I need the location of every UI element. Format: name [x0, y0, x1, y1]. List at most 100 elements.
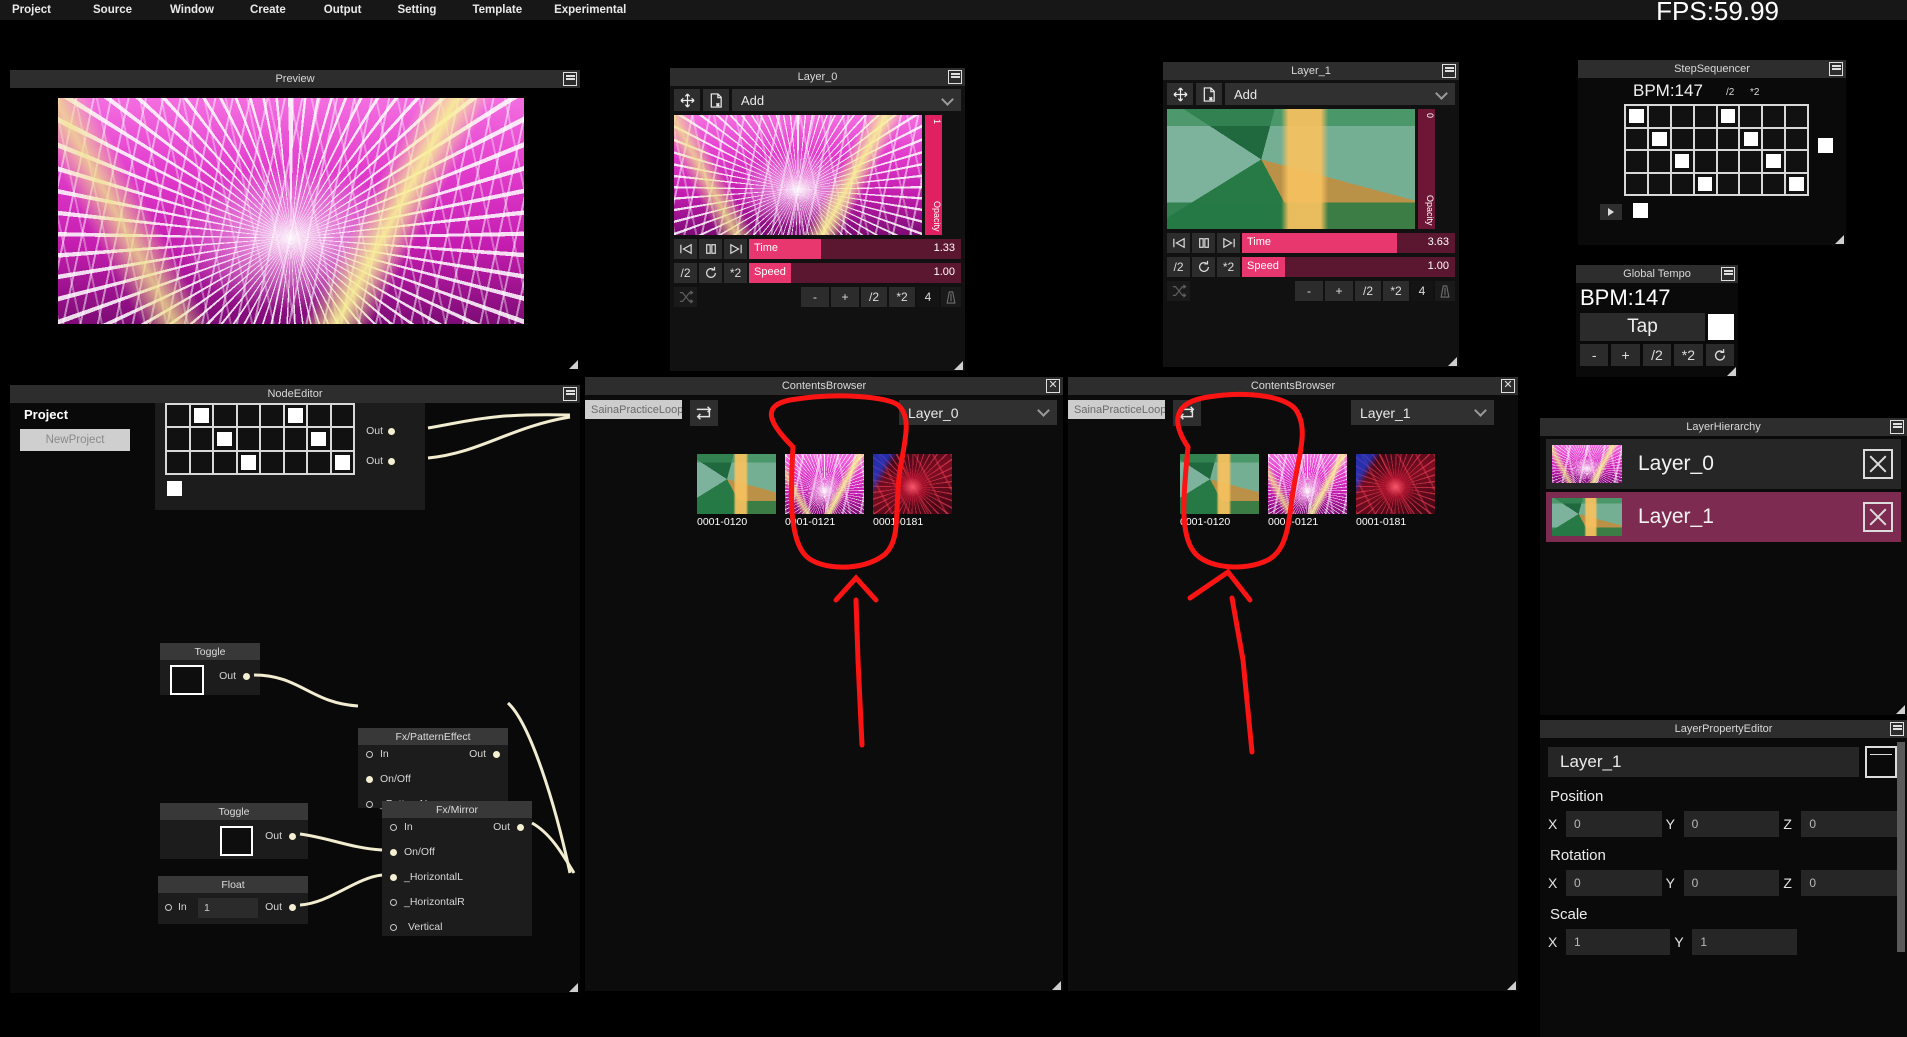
seq-cell-2-7[interactable]: [1785, 150, 1808, 173]
node-toggle-1-checkbox[interactable]: [170, 665, 204, 695]
node-seq-out-port-1[interactable]: [388, 458, 395, 465]
property-scrollbar[interactable]: [1897, 742, 1905, 952]
layer-hierarchy-item-1-delete[interactable]: [1863, 502, 1893, 532]
step-sequencer-half-button[interactable]: /2: [1726, 87, 1734, 98]
node-toggle-2-out-port[interactable]: [289, 833, 296, 840]
seq-cell[interactable]: [237, 451, 261, 474]
move-icon[interactable]: [1167, 83, 1193, 105]
seq-cell-3-1[interactable]: [1648, 173, 1671, 196]
layer0-speed-slider[interactable]: Speed 1.00: [749, 263, 961, 283]
layer0-double-button[interactable]: *2: [724, 263, 747, 283]
minimize-icon[interactable]: [1829, 62, 1843, 76]
menu-item-experimental[interactable]: Experimental: [554, 4, 626, 16]
layer0-half-button[interactable]: /2: [674, 263, 697, 283]
seq-cell[interactable]: [260, 404, 284, 427]
resize-handle[interactable]: [1896, 705, 1905, 714]
metronome-icon[interactable]: [1435, 281, 1455, 301]
seq-cell-0-4[interactable]: [1717, 105, 1740, 128]
node-fx-pattern-num-port[interactable]: [366, 801, 373, 808]
minimize-icon[interactable]: [948, 70, 962, 84]
seq-cell[interactable]: [331, 404, 355, 427]
node-float-out-port[interactable]: [289, 904, 296, 911]
layer-hierarchy-item-1[interactable]: Layer_1: [1546, 492, 1901, 542]
seq-cell-1-5[interactable]: [1739, 128, 1762, 151]
loop-icon[interactable]: [1192, 257, 1215, 277]
layer0-minus-button[interactable]: -: [801, 287, 829, 307]
seq-cell[interactable]: [166, 451, 190, 474]
seq-cell-3-5[interactable]: [1739, 173, 1762, 196]
seq-cell[interactable]: [213, 404, 237, 427]
move-icon[interactable]: [674, 89, 700, 111]
rotation-x-field[interactable]: 0: [1566, 870, 1662, 896]
layer0-opacity-slider[interactable]: 1 Opacity: [925, 115, 942, 235]
layer1-time-slider[interactable]: Time 3.63: [1242, 233, 1455, 253]
tempo-double-button[interactable]: *2: [1674, 344, 1702, 366]
seq-cell-1-7[interactable]: [1785, 128, 1808, 151]
seq-cell[interactable]: [190, 451, 214, 474]
node-seq-grid[interactable]: [165, 403, 355, 475]
seq-cell-1-0[interactable]: [1625, 128, 1648, 151]
layer0-blend-mode-select[interactable]: Add: [732, 89, 961, 111]
prev-icon[interactable]: [674, 239, 697, 259]
seq-cell[interactable]: [307, 404, 331, 427]
contents-item-1[interactable]: 0001-0121: [1268, 454, 1347, 528]
window-icon[interactable]: [1865, 746, 1897, 778]
minimize-icon[interactable]: [563, 387, 577, 401]
node-float-value[interactable]: 1: [198, 898, 258, 918]
seq-cell-3-2[interactable]: [1671, 173, 1694, 196]
seq-cell-0-2[interactable]: [1671, 105, 1694, 128]
resize-handle[interactable]: [569, 360, 578, 369]
position-x-field[interactable]: 0: [1566, 811, 1662, 837]
contents-browser-0-tab[interactable]: SainaPracticeLoops: [585, 400, 682, 419]
menu-item-template[interactable]: Template: [472, 4, 522, 16]
node-fx-mirror-in-port[interactable]: [390, 824, 397, 831]
layer0-beat-value[interactable]: 4: [917, 287, 939, 307]
play-icon[interactable]: [1600, 204, 1622, 220]
seq-cell[interactable]: [237, 427, 261, 450]
seq-cell[interactable]: [284, 427, 308, 450]
node-fx-mirror-onoff-port[interactable]: [390, 849, 397, 856]
minimize-icon[interactable]: [1890, 722, 1904, 736]
shuffle-icon[interactable]: [674, 287, 697, 307]
loop-arrow-icon[interactable]: [690, 400, 718, 426]
node-seq-toggle[interactable]: [167, 481, 182, 496]
seq-cell-2-5[interactable]: [1739, 150, 1762, 173]
contents-item-0[interactable]: 0001-0120: [1180, 454, 1259, 528]
tempo-minus-button[interactable]: -: [1580, 344, 1608, 366]
loop-arrow-icon[interactable]: [1173, 400, 1201, 426]
tempo-half-button[interactable]: /2: [1643, 344, 1671, 366]
node-fx-mirror-hl-port[interactable]: [390, 874, 397, 881]
contents-item-2[interactable]: 0001-0181: [873, 454, 952, 528]
seq-cell-2-6[interactable]: [1762, 150, 1785, 173]
seq-cell-2-4[interactable]: [1717, 150, 1740, 173]
position-y-field[interactable]: 0: [1684, 811, 1780, 837]
pause-icon[interactable]: [1192, 233, 1215, 253]
seq-cell-2-1[interactable]: [1648, 150, 1671, 173]
seq-cell-2-3[interactable]: [1694, 150, 1717, 173]
rotation-y-field[interactable]: 0: [1684, 870, 1780, 896]
contents-item-0[interactable]: 0001-0120: [697, 454, 776, 528]
step-sequencer-side-toggle[interactable]: [1818, 138, 1833, 153]
seq-cell[interactable]: [331, 427, 355, 450]
resize-handle[interactable]: [954, 361, 963, 370]
scale-x-field[interactable]: 1: [1566, 929, 1670, 955]
scale-y-field[interactable]: 1: [1692, 929, 1796, 955]
seq-cell-3-7[interactable]: [1785, 173, 1808, 196]
node-toggle-1-out-port[interactable]: [243, 673, 250, 680]
close-icon[interactable]: ✕: [1501, 379, 1515, 393]
seq-cell-1-3[interactable]: [1694, 128, 1717, 151]
contents-browser-0-layer-select[interactable]: Layer_0: [899, 400, 1057, 425]
global-tempo-toggle[interactable]: [1708, 314, 1734, 340]
seq-cell-0-1[interactable]: [1648, 105, 1671, 128]
seq-cell-1-6[interactable]: [1762, 128, 1785, 151]
resize-handle[interactable]: [1835, 235, 1844, 244]
loop-icon[interactable]: [699, 263, 722, 283]
minimize-icon[interactable]: [563, 72, 577, 86]
seq-cell[interactable]: [331, 451, 355, 474]
seq-cell[interactable]: [307, 451, 331, 474]
node-fx-pattern-out-port[interactable]: [493, 751, 500, 758]
node-seq-out-port-0[interactable]: [388, 428, 395, 435]
node-toggle-2[interactable]: Toggle Out: [160, 803, 308, 859]
resize-handle[interactable]: [1507, 981, 1516, 990]
minimize-icon[interactable]: [1442, 64, 1456, 78]
